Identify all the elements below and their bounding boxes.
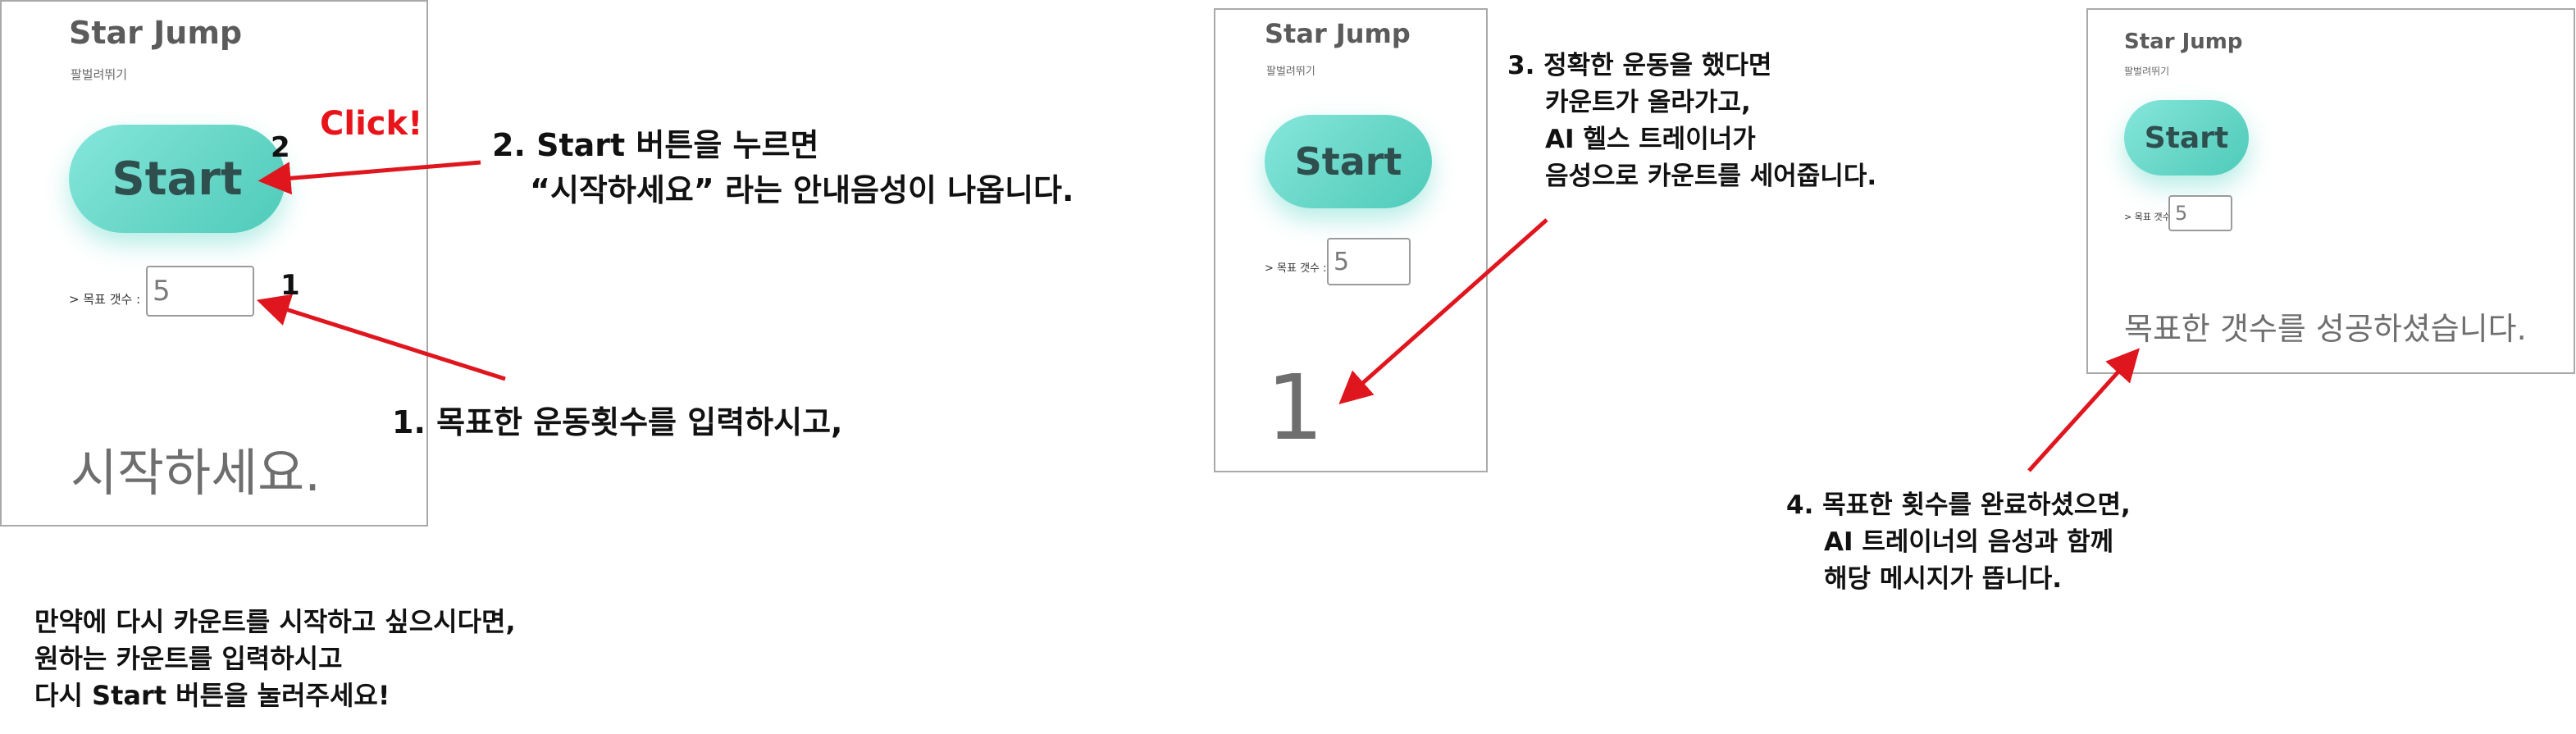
step2-line-1: 2. Start 버튼을 누르면 bbox=[492, 127, 819, 163]
restart-note: 만약에 다시 카운트를 시작하고 싶으시다면, 원하는 카운트를 입력하시고 다… bbox=[34, 604, 516, 713]
arrow-step2-to-start bbox=[258, 160, 481, 195]
step2-line-2: “시작하세요” 라는 안내음성이 나옵니다. bbox=[530, 172, 1074, 209]
step3-line-3: AI 헬스 트레이너가 bbox=[1545, 124, 1756, 154]
arrow-step1-to-input bbox=[256, 294, 506, 381]
step3-line-2: 카운트가 올라가고, bbox=[1545, 87, 1751, 117]
restart-line-2: 원하는 카운트를 입력하시고 bbox=[34, 642, 343, 674]
step3-line-1: 3. 정확한 운동을 했다면 bbox=[1507, 51, 1772, 80]
step1-line-1: 1. 목표한 운동횟수를 입력하시고, bbox=[392, 404, 843, 440]
arrow-step4-to-message bbox=[2027, 348, 2141, 472]
click-callout: Click! bbox=[320, 105, 423, 143]
step1-note: 1. 목표한 운동횟수를 입력하시고, bbox=[392, 400, 842, 445]
step4-line-1: 4. 목표한 횟수를 완료하셨으면, bbox=[1786, 490, 2131, 520]
step2-note: 2. Start 버튼을 누르면 “시작하세요” 라는 안내음성이 나옵니다. bbox=[492, 123, 1074, 213]
step3-note: 3. 정확한 운동을 했다면 카운트가 올라가고, AI 헬스 트레이너가 음성… bbox=[1507, 48, 1876, 195]
step4-line-2: AI 트레이너의 음성과 함께 bbox=[1824, 527, 2114, 557]
step4-line-3: 해당 메시지가 뜹니다. bbox=[1824, 563, 2063, 594]
restart-line-3: 다시 Start 버튼을 눌러주세요! bbox=[34, 679, 390, 711]
step4-note: 4. 목표한 횟수를 완료하셨으면, AI 트레이너의 음성과 함께 해당 메시… bbox=[1786, 487, 2131, 598]
restart-line-1: 만약에 다시 카운트를 시작하고 싶으시다면, bbox=[34, 606, 516, 637]
marker-1: 1 bbox=[280, 269, 300, 302]
step3-line-4: 음성으로 카운트를 세어줍니다. bbox=[1545, 161, 1877, 191]
arrow-step3-to-counter bbox=[1338, 218, 1548, 404]
marker-2: 2 bbox=[271, 131, 290, 164]
